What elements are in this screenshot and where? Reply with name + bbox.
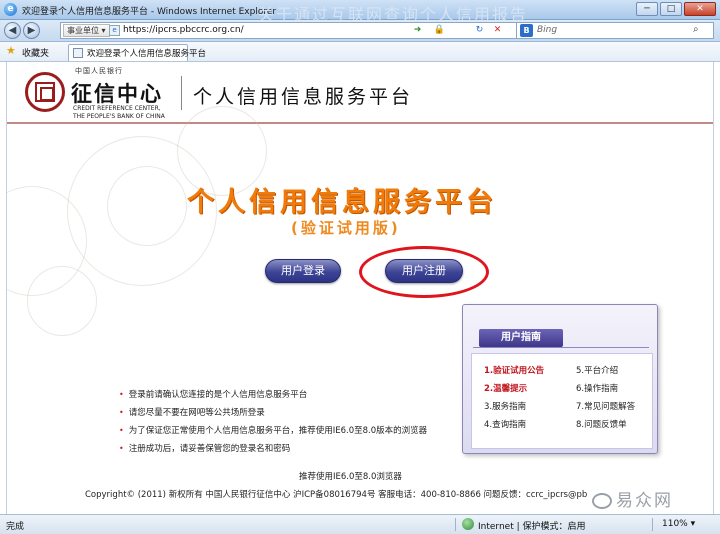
- favorites-star-icon[interactable]: ★: [6, 45, 16, 57]
- page-icon: e: [109, 25, 120, 36]
- back-button[interactable]: ◀: [4, 22, 21, 39]
- guide-link-query[interactable]: 4.查询指南: [484, 418, 526, 430]
- guide-link-faq[interactable]: 7.常见问题解答: [576, 400, 635, 412]
- browser-recommendation: 推荐使用IE6.0至8.0浏览器: [299, 472, 402, 482]
- highlight-circle: [359, 246, 489, 298]
- guide-divider: [473, 347, 649, 348]
- bullet-icon: •: [119, 426, 124, 435]
- guide-link-tips[interactable]: 2.温馨提示: [484, 382, 527, 394]
- org-name-en-1: CREDIT REFERENCE CENTER,: [73, 105, 161, 112]
- guide-link-intro[interactable]: 5.平台介绍: [576, 364, 618, 376]
- site-header: 中国人民银行 征信中心 CREDIT REFERENCE CENTER, THE…: [7, 62, 713, 124]
- ie-logo-icon: e: [4, 3, 17, 16]
- copyright-line: Copyright© (2011) 新权所有 中国人民银行征信中心 沪ICP备0…: [85, 490, 588, 500]
- notice-item: • 为了保证您正常使用个人信用信息服务平台，推荐使用IE6.0至8.0版本的浏览器: [119, 426, 428, 436]
- status-separator: [455, 518, 456, 531]
- guide-link-feedback[interactable]: 8.问题反馈单: [576, 418, 627, 430]
- navigation-bar: ◀ ▶ 事业单位 ▾ e https://ipcrs.pbccrc.org.cn…: [0, 20, 720, 42]
- guide-heading: 用户指南: [479, 329, 563, 347]
- maximize-button[interactable]: □: [660, 2, 682, 16]
- guide-list: 1.验证试用公告 5.平台介绍 2.温馨提示 6.操作指南 3.服务指南 7.常…: [471, 353, 653, 449]
- user-guide-panel: 用户指南 1.验证试用公告 5.平台介绍 2.温馨提示 6.操作指南 3.服务指…: [462, 304, 658, 454]
- guide-link-operation[interactable]: 6.操作指南: [576, 382, 618, 394]
- favorite-chip[interactable]: 事业单位 ▾: [63, 24, 110, 37]
- page-content: 中国人民银行 征信中心 CREDIT REFERENCE CENTER, THE…: [6, 62, 714, 514]
- lock-icon[interactable]: 🔒: [433, 24, 446, 37]
- watermark: 易众网: [592, 486, 673, 511]
- favorites-label[interactable]: 收藏夹: [22, 46, 49, 59]
- bullet-icon: •: [119, 390, 124, 399]
- platform-title: 个人信用信息服务平台: [193, 86, 414, 108]
- wechat-icon: [592, 493, 612, 509]
- tab-page-icon: [73, 48, 83, 58]
- tab-title: 欢迎登录个人信用信息服务平台: [87, 49, 207, 59]
- org-top-text: 中国人民银行: [75, 67, 123, 75]
- minimize-button[interactable]: ─: [636, 2, 658, 16]
- search-placeholder: Bing: [537, 25, 558, 35]
- compat-icon[interactable]: ➜: [411, 24, 424, 37]
- refresh-icon[interactable]: ↻: [473, 24, 486, 37]
- window-title: 欢迎登录个人信用信息服务平台 - Windows Internet Explor…: [22, 7, 277, 17]
- zoom-level[interactable]: 110% ▾: [662, 519, 695, 529]
- bing-icon: B: [520, 24, 533, 37]
- version-subtitle: (验证试用版): [291, 219, 401, 237]
- search-box[interactable]: B Bing ⌕: [516, 22, 714, 39]
- header-divider: [181, 76, 182, 110]
- org-name-cn: 征信中心: [71, 81, 163, 106]
- window-titlebar: e 欢迎登录个人信用信息服务平台 - Windows Internet Expl…: [0, 0, 720, 24]
- search-icon[interactable]: ⌕: [693, 24, 699, 35]
- forward-button[interactable]: ▶: [23, 22, 40, 39]
- status-separator: [652, 518, 653, 531]
- notice-item: • 注册成功后，请妥善保管您的登录名和密码: [119, 444, 291, 454]
- bullet-icon: •: [119, 444, 124, 453]
- credit-center-seal-icon: [25, 72, 65, 112]
- browser-tab[interactable]: 欢迎登录个人信用信息服务平台: [68, 44, 206, 61]
- bullet-icon: •: [119, 408, 124, 417]
- main-title: 个人信用信息服务平台: [187, 187, 497, 218]
- login-button[interactable]: 用户登录: [265, 259, 341, 283]
- guide-link-service[interactable]: 3.服务指南: [484, 400, 526, 412]
- status-text: 完成: [6, 522, 25, 532]
- url-text[interactable]: https://ipcrs.pbccrc.org.cn/: [123, 25, 244, 35]
- guide-link-notice[interactable]: 1.验证试用公告: [484, 364, 544, 376]
- internet-zone-icon: [462, 518, 474, 530]
- security-zone[interactable]: Internet | 保护模式：启用: [478, 519, 586, 532]
- favorites-bar: ★ 收藏夹 欢迎登录个人信用信息服务平台: [0, 42, 720, 62]
- notice-item: • 请您尽量不要在网吧等公共场所登录: [119, 408, 265, 418]
- notice-item: • 登录前请确认您连接的是个人信用信息服务平台: [119, 390, 308, 400]
- status-bar: 完成 Internet | 保护模式：启用 110% ▾: [0, 514, 720, 534]
- close-button[interactable]: ✕: [684, 2, 716, 16]
- stop-icon[interactable]: ✕: [491, 24, 504, 37]
- org-name-en-2: THE PEOPLE'S BANK OF CHINA: [73, 113, 165, 120]
